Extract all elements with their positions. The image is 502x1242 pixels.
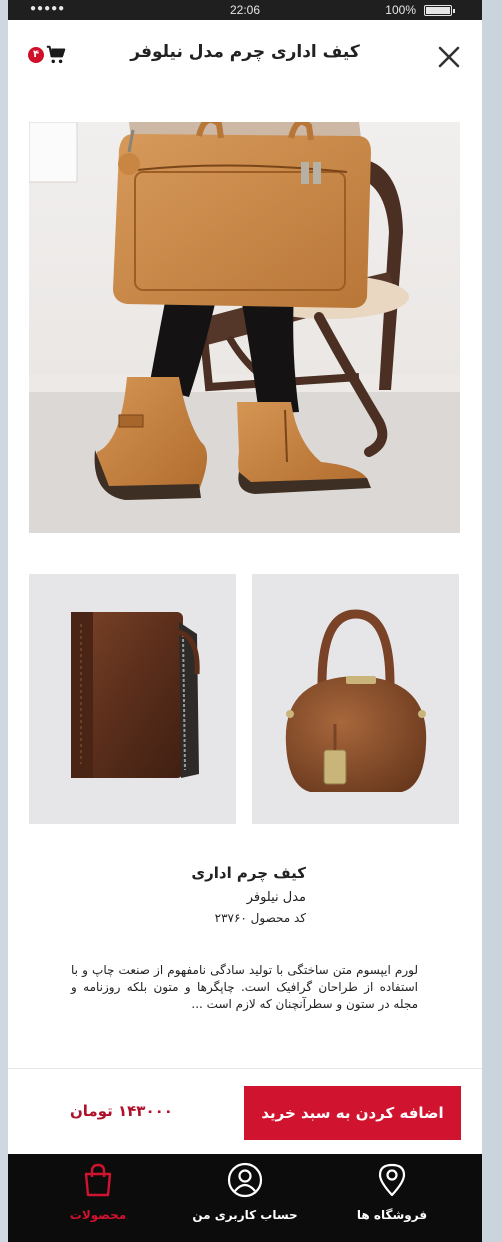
cart-button[interactable]: ۴ (26, 44, 76, 68)
page-title: کیف اداری چرم مدل نیلوفر (130, 42, 360, 62)
tab-products[interactable]: محصولات (19, 1154, 177, 1242)
location-pin-icon (378, 1163, 406, 1197)
tab-label-stores: فروشگاه ها (356, 1208, 428, 1222)
page-header: ۴ کیف اداری چرم مدل نیلوفر (8, 20, 482, 92)
tab-stores[interactable]: فروشگاه ها (313, 1154, 471, 1242)
shopping-bag-icon (84, 1163, 112, 1197)
tab-label-products: محصولات (69, 1208, 127, 1222)
product-name: کیف چرم اداری (191, 864, 306, 882)
tab-label-my-account: حساب کاربری من (192, 1208, 298, 1222)
bottom-tab-bar: محصولات حساب کاربری من فروشگاه ها (8, 1154, 482, 1242)
status-bar: ●●●●● 22:06 100% (8, 0, 482, 20)
product-description: لورم ایپسوم متن ساختگی با تولید سادگی نا… (71, 963, 418, 1011)
add-to-cart-button[interactable]: اضافه کردن به سبد خرید (244, 1086, 461, 1140)
product-code: کد محصول ۲۳۷۶۰ (214, 911, 306, 925)
tab-my-account[interactable]: حساب کاربری من (166, 1154, 324, 1242)
user-icon (227, 1162, 263, 1198)
battery-icon (424, 5, 455, 16)
product-thumbnail-handbag[interactable] (252, 574, 459, 824)
product-model: مدل نیلوفر (246, 890, 306, 905)
divider (8, 1068, 482, 1069)
product-main-image[interactable] (29, 122, 460, 533)
product-thumbnail-wallet[interactable] (29, 574, 236, 824)
cart-icon (46, 45, 66, 64)
close-icon[interactable] (436, 44, 462, 70)
cart-count-badge: ۴ (28, 47, 44, 63)
battery-percent: 100% (385, 3, 416, 17)
product-price: ۱۴۳۰۰۰ تومان (70, 1102, 173, 1120)
app-screen: ●●●●● 22:06 100% ۴ کیف اداری چرم مدل نیل… (8, 0, 482, 1242)
